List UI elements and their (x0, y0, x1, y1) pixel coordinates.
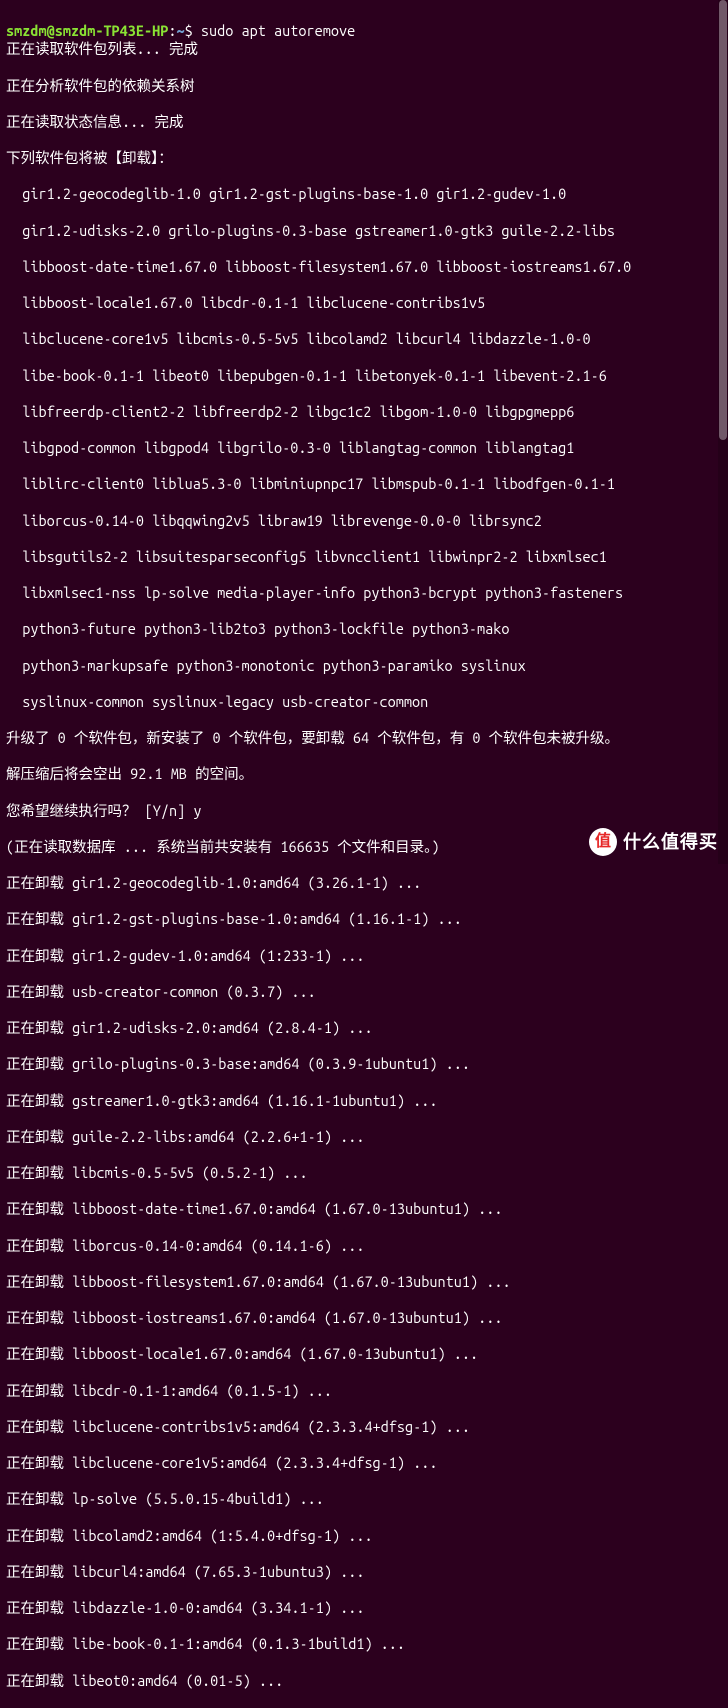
output-line: 正在卸载 libboost-filesystem1.67.0:amd64 (1.… (6, 1273, 722, 1291)
scrollbar-thumb[interactable] (719, 0, 727, 440)
output-line: 正在卸载 libclucene-core1v5:amd64 (2.3.3.4+d… (6, 1454, 722, 1472)
output-line: 正在卸载 guile-2.2-libs:amd64 (2.2.6+1-1) ..… (6, 1128, 722, 1146)
watermark-badge-icon: 值 (589, 828, 617, 856)
output-line: 正在卸载 libcdr-0.1-1:amd64 (0.1.5-1) ... (6, 1382, 722, 1400)
output-line: libsgutils2-2 libsuitesparseconfig5 libv… (6, 548, 722, 566)
output-line: 正在卸载 libeot0:amd64 (0.01-5) ... (6, 1672, 722, 1690)
output-line: 解压缩后将会空出 92.1 MB 的空间。 (6, 765, 722, 783)
output-line: 正在卸载 gir1.2-udisks-2.0:amd64 (2.8.4-1) .… (6, 1019, 722, 1037)
prompt-dollar: $ (185, 22, 193, 39)
output-line: libe-book-0.1-1 libeot0 libepubgen-0.1-1… (6, 367, 722, 385)
output-line: 正在分析软件包的依赖关系树 (6, 77, 722, 95)
watermark-text: 什么值得买 (623, 831, 718, 854)
output-line: 正在卸载 liborcus-0.14-0:amd64 (0.14.1-6) ..… (6, 1237, 722, 1255)
output-line: libxmlsec1-nss lp-solve media-player-inf… (6, 584, 722, 602)
output-line: libfreerdp-client2-2 libfreerdp2-2 libgc… (6, 403, 722, 421)
output-line: liblirc-client0 liblua5.3-0 libminiupnpc… (6, 475, 722, 493)
output-line: 升级了 0 个软件包，新安装了 0 个软件包，要卸载 64 个软件包，有 0 个… (6, 729, 722, 747)
output-line: python3-markupsafe python3-monotonic pyt… (6, 657, 722, 675)
output-line: 正在卸载 gir1.2-geocodeglib-1.0:amd64 (3.26.… (6, 874, 722, 892)
output-line: 正在卸载 libe-book-0.1-1:amd64 (0.1.3-1build… (6, 1635, 722, 1653)
prompt-user-host: smzdm@smzdm-TP43E-HP (6, 22, 168, 39)
output-line: gir1.2-udisks-2.0 grilo-plugins-0.3-base… (6, 222, 722, 240)
output-line: 您希望继续执行吗？ [Y/n] y (6, 802, 722, 820)
output-line: 正在卸载 gir1.2-gudev-1.0:amd64 (1:233-1) ..… (6, 947, 722, 965)
output-line: syslinux-common syslinux-legacy usb-crea… (6, 693, 722, 711)
output-line: libgpod-common libgpod4 libgrilo-0.3-0 l… (6, 439, 722, 457)
output-line: 正在卸载 libboost-date-time1.67.0:amd64 (1.6… (6, 1200, 722, 1218)
output-line: 正在卸载 libboost-locale1.67.0:amd64 (1.67.0… (6, 1345, 722, 1363)
output-line: 正在卸载 gir1.2-gst-plugins-base-1.0:amd64 (… (6, 910, 722, 928)
prompt-separator: : (168, 22, 176, 39)
prompt-path: ~ (177, 22, 185, 39)
output-line: 正在卸载 grilo-plugins-0.3-base:amd64 (0.3.9… (6, 1055, 722, 1073)
output-line: 下列软件包将被【卸载】： (6, 149, 722, 167)
output-line: python3-future python3-lib2to3 python3-l… (6, 620, 722, 638)
output-line: libboost-date-time1.67.0 libboost-filesy… (6, 258, 722, 276)
output-line: libclucene-core1v5 libcmis-0.5-5v5 libco… (6, 330, 722, 348)
watermark: 值 什么值得买 (589, 828, 718, 856)
command-input[interactable]: sudo apt autoremove (201, 22, 355, 39)
scrollbar[interactable] (718, 0, 728, 864)
output-line: 正在卸载 lp-solve (5.5.0.15-4build1) ... (6, 1490, 722, 1508)
output-line: 正在卸载 libdazzle-1.0-0:amd64 (3.34.1-1) ..… (6, 1599, 722, 1617)
output-line: liborcus-0.14-0 libqqwing2v5 libraw19 li… (6, 512, 722, 530)
output-line: gir1.2-geocodeglib-1.0 gir1.2-gst-plugin… (6, 185, 722, 203)
output-line: 正在卸载 libcolamd2:amd64 (1:5.4.0+dfsg-1) .… (6, 1527, 722, 1545)
output-line: 正在卸载 gstreamer1.0-gtk3:amd64 (1.16.1-1ub… (6, 1092, 722, 1110)
output-line: 正在卸载 libcmis-0.5-5v5 (0.5.2-1) ... (6, 1164, 722, 1182)
output-line: 正在卸载 libcurl4:amd64 (7.65.3-1ubuntu3) ..… (6, 1563, 722, 1581)
output-line: 正在读取软件包列表... 完成 (6, 40, 722, 58)
output-line: 正在读取状态信息... 完成 (6, 113, 722, 131)
output-line: 正在卸载 libboost-iostreams1.67.0:amd64 (1.6… (6, 1309, 722, 1327)
output-line: 正在卸载 usb-creator-common (0.3.7) ... (6, 983, 722, 1001)
output-line: 正在卸载 libclucene-contribs1v5:amd64 (2.3.3… (6, 1418, 722, 1436)
output-line: libboost-locale1.67.0 libcdr-0.1-1 libcl… (6, 294, 722, 312)
